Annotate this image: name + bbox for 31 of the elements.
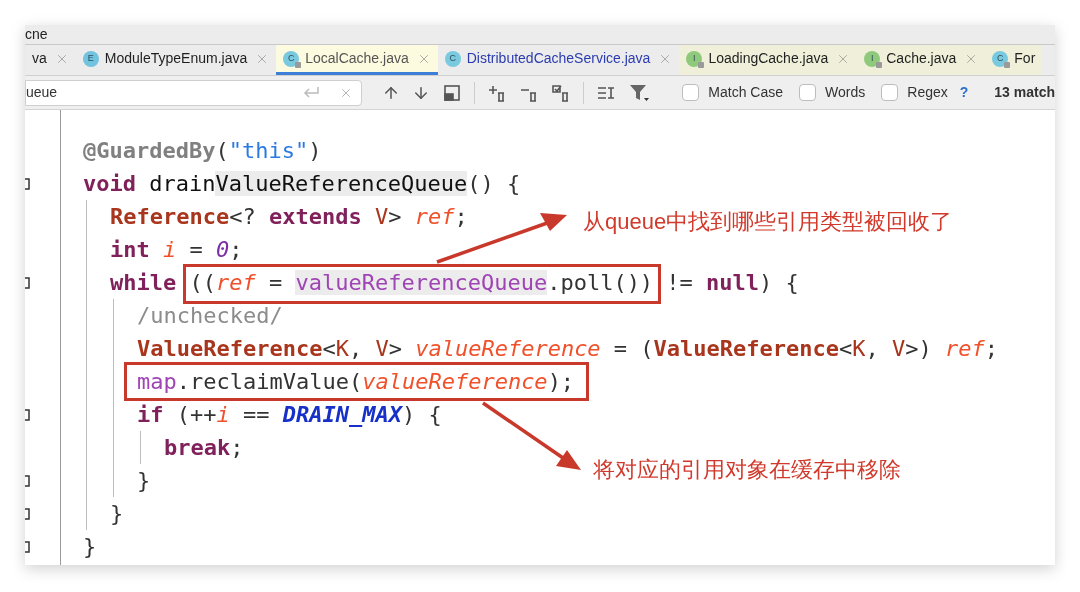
code-line: @GuardedBy("this") [83, 137, 322, 164]
file-type-icon: I [686, 50, 703, 67]
editor-tab[interactable]: I Cache.java [857, 45, 986, 75]
code-line: Reference<? extends V> ref; [110, 203, 468, 230]
code-line: } [110, 500, 124, 527]
option-checkbox[interactable]: Match Case [682, 82, 784, 103]
file-type-icon: I [864, 50, 881, 67]
option-checkbox[interactable]: Regex [881, 82, 948, 103]
code-line: map.reclaimValue(valueReference); [137, 368, 575, 395]
callout-text: 从queue中找到哪些引用类型被回收了 [583, 208, 953, 236]
window-title: cne [25, 25, 48, 44]
code-line: /unchecked/ [137, 302, 283, 329]
editor-tab[interactable]: I LoadingCache.java [679, 45, 858, 75]
code-line: } [83, 533, 97, 560]
file-type-icon: C [283, 50, 300, 67]
code-line: int i = 0; [110, 236, 243, 263]
file-type-icon: E [82, 50, 99, 67]
callout-text: 将对应的引用对象在缓存中移除 [593, 456, 901, 484]
match-count: 13 match [994, 83, 1055, 102]
code-line: while ((ref = valueReferenceQueue.poll()) != null) { [110, 269, 799, 296]
editor-tab[interactable]: C For [985, 45, 1043, 75]
code-line: break; [164, 434, 244, 461]
code-line: void drainValueReferenceQueue() { [83, 170, 521, 197]
file-type-icon: C [444, 50, 461, 67]
code-line: ValueReference<K, V> valueReference = (ValueReference<K, V>) ref; [137, 335, 999, 362]
editor-tab[interactable]: C LocalCache.java [276, 45, 438, 75]
option-checkbox[interactable]: Words [799, 82, 866, 103]
code-line: if (++i == DRAIN_MAX) { [137, 401, 442, 428]
code-line: } [137, 467, 151, 494]
file-type-icon: C [992, 50, 1009, 67]
help-link[interactable]: ? [959, 82, 969, 103]
